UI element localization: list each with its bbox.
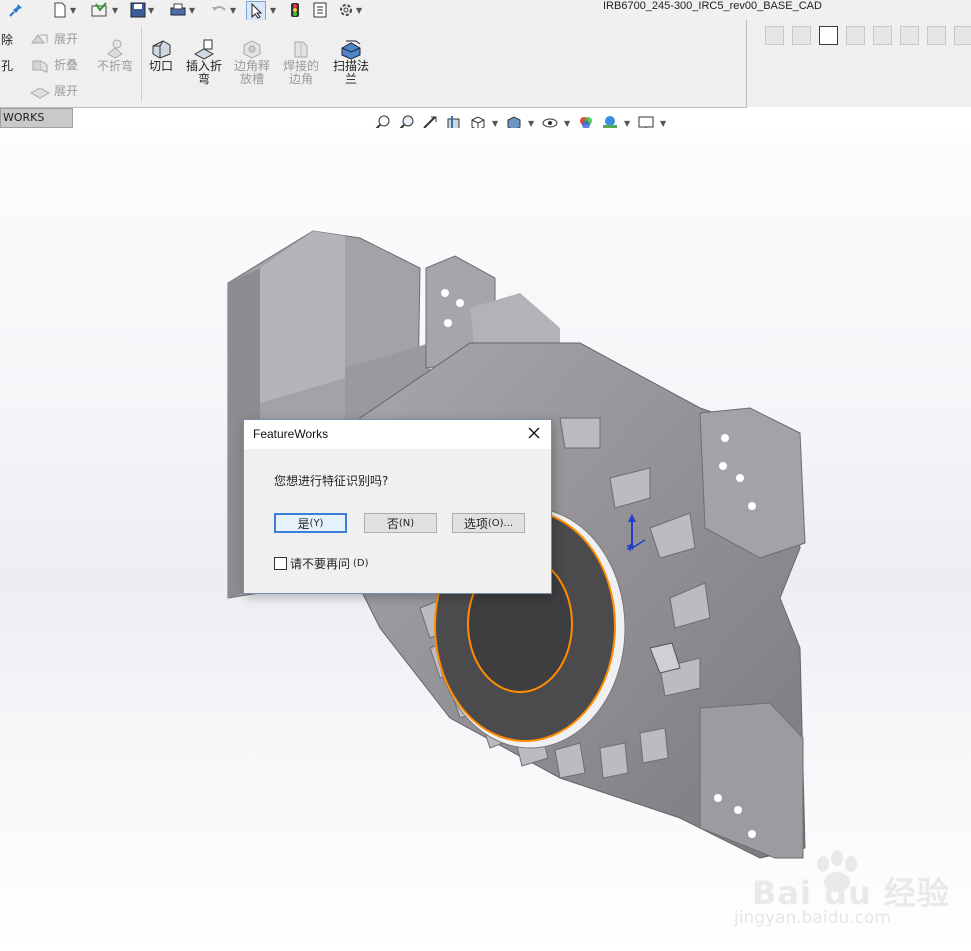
fold-icon bbox=[32, 60, 48, 73]
chevron-down-icon: ▼ bbox=[112, 5, 119, 15]
fold-button[interactable]: 折叠 bbox=[30, 56, 78, 73]
new-document-button[interactable]: ▼ bbox=[52, 1, 76, 19]
no-bends-button[interactable]: 不折弯 bbox=[90, 38, 140, 73]
dialog-title: FeatureWorks bbox=[253, 427, 329, 441]
datum-icon[interactable] bbox=[846, 26, 865, 45]
geometric-tolerance-icon[interactable] bbox=[954, 26, 971, 45]
chevron-down-icon: ▼ bbox=[356, 5, 363, 15]
checkbox-box[interactable] bbox=[274, 557, 287, 570]
chevron-down-icon[interactable]: ▼ bbox=[660, 119, 668, 128]
hole-callout-icon[interactable] bbox=[927, 26, 946, 45]
undo-button[interactable]: ▼ bbox=[210, 1, 236, 19]
pin-icon bbox=[9, 4, 22, 17]
unfold-icon bbox=[31, 33, 48, 43]
rip-label: 切口 bbox=[148, 59, 173, 73]
annotation-toolbar bbox=[747, 20, 971, 107]
pointer-icon bbox=[251, 3, 263, 19]
no-shortcut: (N) bbox=[398, 517, 415, 529]
chevron-down-icon: ▼ bbox=[148, 5, 155, 15]
chevron-down-icon[interactable]: ▼ bbox=[564, 119, 572, 128]
select-button[interactable] bbox=[246, 1, 266, 21]
gear-icon bbox=[340, 4, 352, 16]
rebuild-button[interactable] bbox=[288, 1, 302, 19]
flatten-button[interactable]: 展开 bbox=[30, 82, 78, 99]
options-label: 选项 bbox=[463, 516, 488, 531]
close-button[interactable] bbox=[523, 423, 545, 443]
welded-corner-icon bbox=[294, 41, 308, 58]
dont-ask-again-checkbox[interactable]: 请不要再问 (D) bbox=[274, 555, 369, 572]
corner-relief-label-2: 放槽 bbox=[239, 72, 264, 86]
save-icon bbox=[130, 2, 146, 18]
chevron-down-icon: ▼ bbox=[270, 5, 277, 15]
swept-flange-icon bbox=[341, 40, 361, 60]
swept-flange-button[interactable]: 扫描法 兰 bbox=[326, 38, 376, 86]
welded-corner-button[interactable]: 焊接的 边角 bbox=[276, 38, 326, 86]
auto-balloon-icon[interactable] bbox=[819, 26, 838, 45]
yes-button[interactable]: 是 (Y) bbox=[274, 513, 347, 533]
tab-mbd[interactable]: WORKS MBD bbox=[0, 108, 73, 142]
insert-bends-icon bbox=[193, 39, 215, 60]
swept-flange-label-2: 兰 bbox=[344, 72, 357, 86]
traffic-light-icon bbox=[291, 3, 299, 17]
chevron-down-icon[interactable]: ▼ bbox=[528, 119, 536, 128]
undo-icon bbox=[212, 6, 226, 11]
featureworks-dialog: FeatureWorks 您想进行特征识别吗? 是 (Y) 否 (N) 选项 (O).… bbox=[243, 419, 552, 594]
yes-shortcut: (Y) bbox=[309, 517, 324, 529]
surface-finish-icon[interactable] bbox=[873, 26, 892, 45]
chevron-down-icon[interactable]: ▼ bbox=[624, 119, 632, 128]
checkbox-label: 请不要再问 bbox=[290, 557, 351, 571]
dialog-body: 您想进行特征识别吗? 是 (Y) 否 (N) 选项 (O)... 请不要再问 (D) bbox=[244, 449, 551, 593]
properties-icon bbox=[313, 2, 327, 18]
svg-text:✱: ✱ bbox=[626, 543, 634, 554]
ribbon-cut-label-1: 除 bbox=[1, 33, 14, 47]
save-button[interactable]: ▼ bbox=[130, 1, 154, 19]
rip-icon bbox=[152, 40, 171, 59]
print-icon bbox=[170, 3, 186, 16]
options-shortcut: (O)... bbox=[487, 517, 514, 529]
weld-symbol-icon[interactable] bbox=[900, 26, 919, 45]
yes-label: 是 bbox=[297, 516, 310, 531]
file-properties-button[interactable] bbox=[312, 1, 328, 19]
fold-label: 折叠 bbox=[54, 58, 79, 72]
chevron-down-icon: ▼ bbox=[230, 5, 237, 15]
no-button[interactable]: 否 (N) bbox=[364, 513, 437, 533]
options-button[interactable]: ▼ bbox=[338, 1, 362, 19]
balloon-icon[interactable] bbox=[792, 26, 811, 45]
note-icon[interactable] bbox=[765, 26, 784, 45]
select-dropdown[interactable]: ▼ bbox=[268, 1, 276, 19]
unfold-button[interactable]: 展开 bbox=[30, 30, 78, 47]
no-bends-icon bbox=[107, 39, 123, 59]
corner-relief-button[interactable]: 边角释 放槽 bbox=[227, 38, 277, 86]
flatten-label: 展开 bbox=[54, 84, 79, 98]
chevron-down-icon: ▼ bbox=[189, 5, 196, 15]
insert-bends-label-2: 弯 bbox=[197, 72, 210, 86]
open-button[interactable]: ▼ bbox=[90, 1, 118, 19]
no-bends-label: 不折弯 bbox=[96, 59, 133, 73]
chevron-down-icon[interactable]: ▼ bbox=[492, 119, 500, 128]
close-icon bbox=[528, 427, 540, 439]
watermark-url: jingyan.baidu.com bbox=[734, 908, 891, 928]
flatten-icon bbox=[30, 86, 50, 99]
checkbox-shortcut: (D) bbox=[353, 558, 369, 569]
command-manager-ribbon: 除 孔 展开 折叠 展开 不折弯 切口 插入折 弯 边角释 放槽 焊接的 边角 … bbox=[0, 20, 747, 108]
options-button[interactable]: 选项 (O)... bbox=[452, 513, 525, 533]
insert-bends-button[interactable]: 插入折 弯 bbox=[179, 38, 229, 86]
quick-access-toolbar: ▼ ▼ ▼ ▼ ▼ ▼ ▼ IRB6700_245-300_IRC5_rev00… bbox=[0, 0, 971, 21]
no-label: 否 bbox=[386, 516, 399, 531]
corner-relief-icon bbox=[243, 40, 261, 59]
ribbon-cut-label-2: 孔 bbox=[1, 59, 14, 73]
unfold-label: 展开 bbox=[54, 32, 79, 46]
dialog-message: 您想进行特征识别吗? bbox=[274, 474, 389, 488]
document-title: IRB6700_245-300_IRC5_rev00_BASE_CAD bbox=[603, 0, 822, 12]
open-folder-icon bbox=[91, 2, 107, 17]
new-file-icon bbox=[54, 2, 66, 18]
welded-corner-label-2: 边角 bbox=[288, 72, 313, 86]
chevron-down-icon: ▼ bbox=[70, 5, 77, 15]
pin-button[interactable] bbox=[8, 1, 24, 19]
print-button[interactable]: ▼ bbox=[169, 1, 195, 19]
